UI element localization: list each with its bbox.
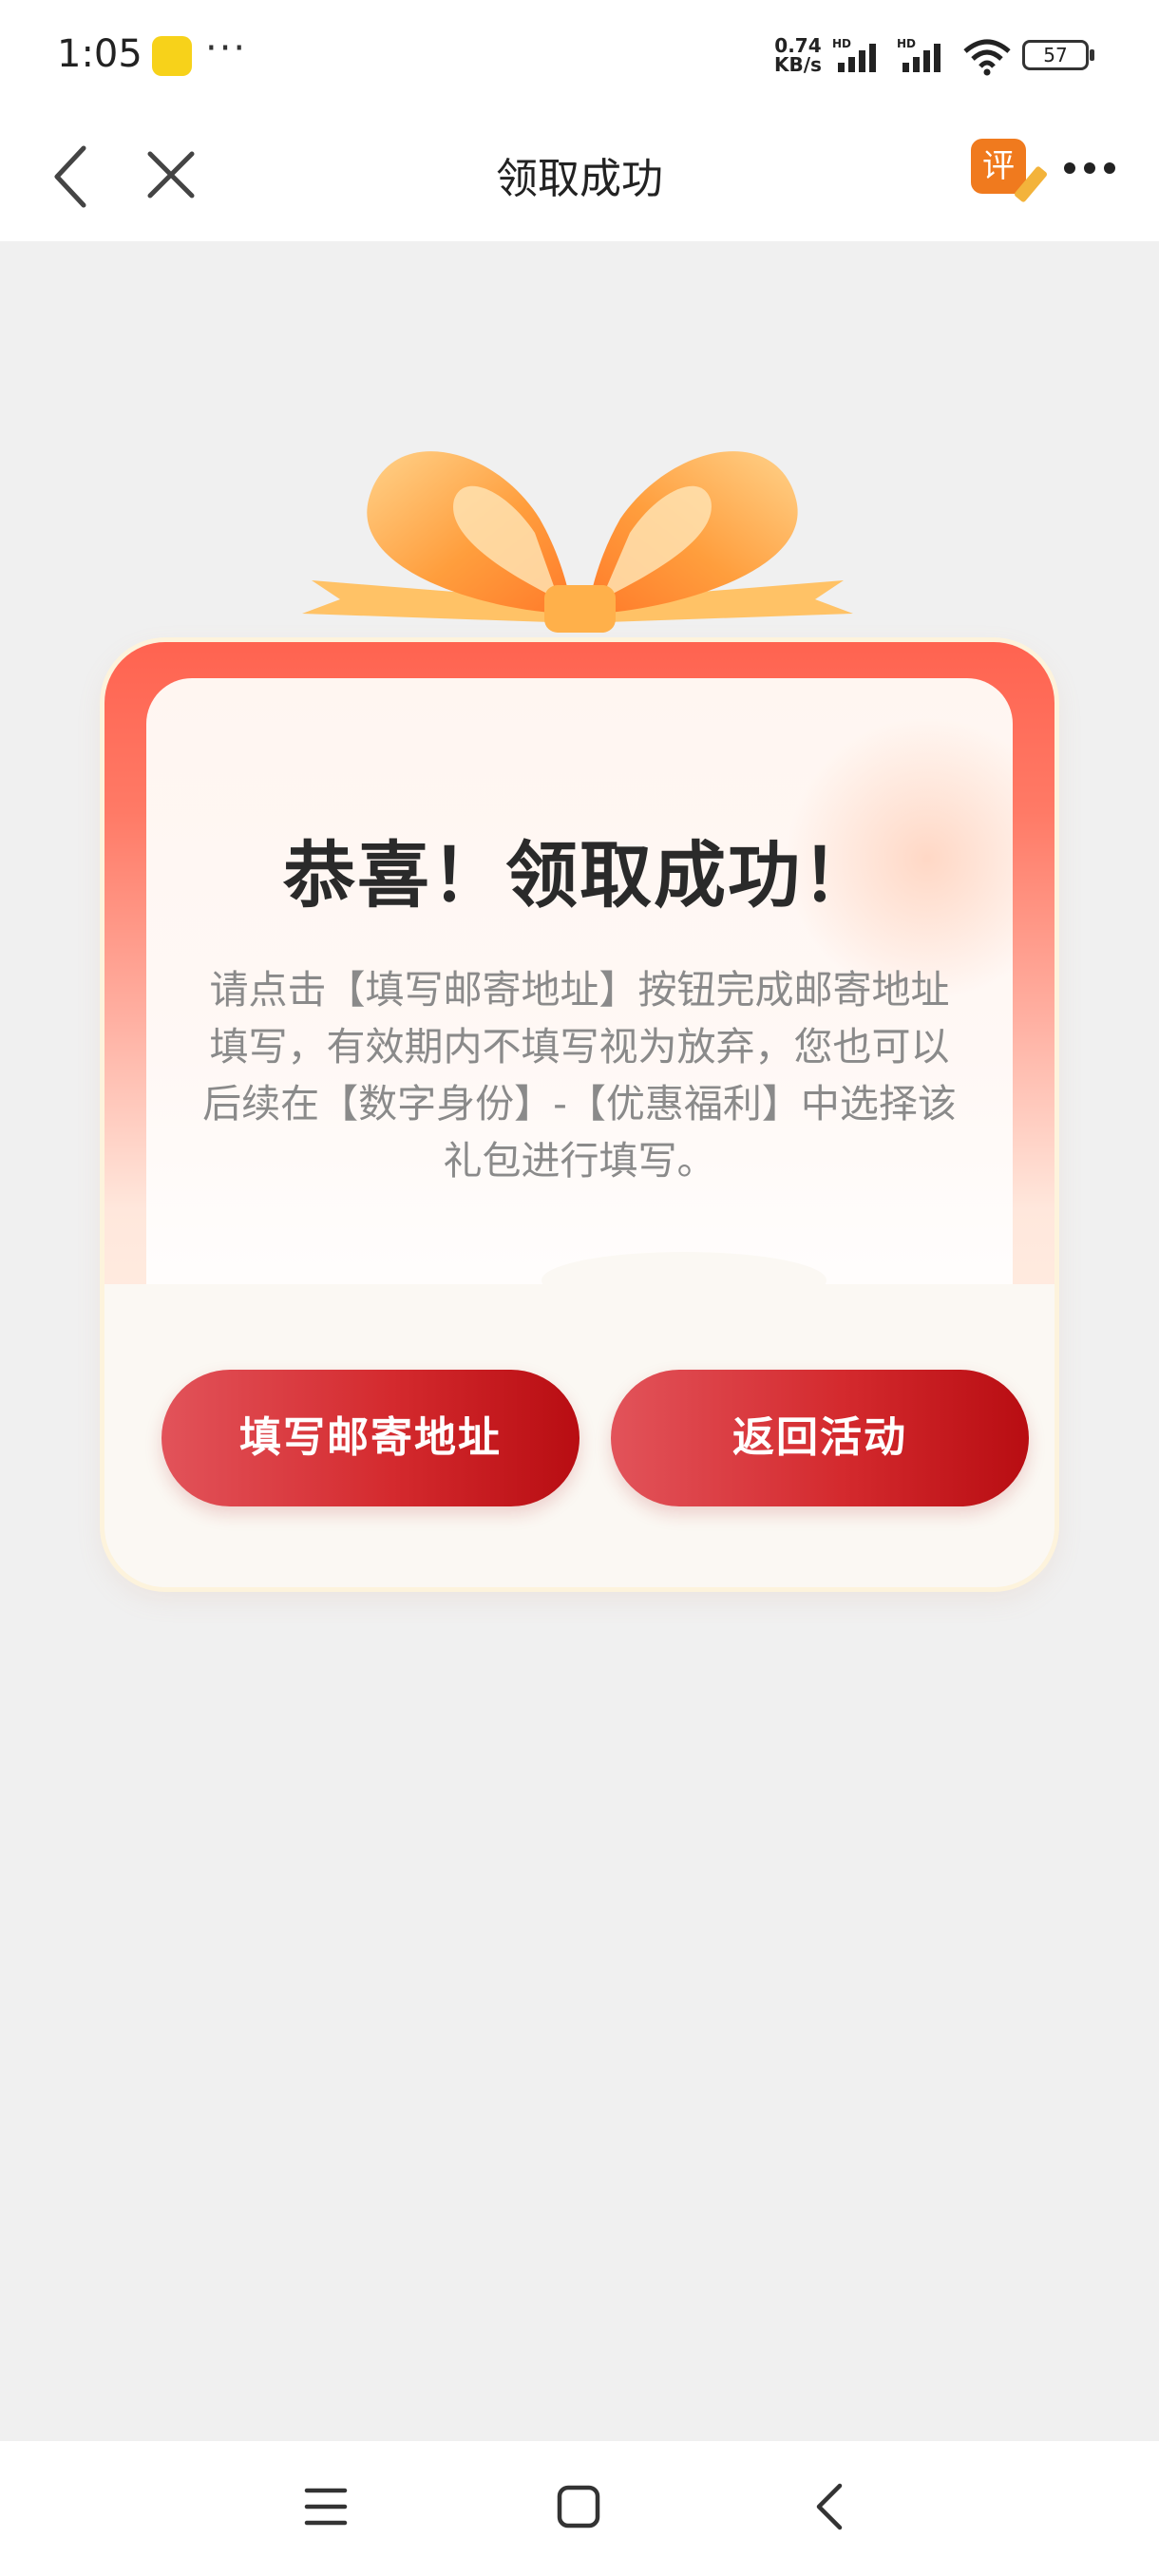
success-description: 请点击【填写邮寄地址】按钮完成邮寄地址填写，有效期内不填写视为放弃，您也可以后续…: [202, 967, 957, 1184]
notification-app-icon: [152, 36, 192, 76]
network-speed-unit: KB/s: [774, 53, 822, 76]
return-activity-button[interactable]: 返回活动: [611, 1370, 1029, 1506]
network-speed-value: 0.74: [774, 34, 822, 57]
review-label: 评: [982, 147, 1015, 185]
status-bar: 1:05 ··· 0.74 KB/s HD HD 57: [0, 0, 1159, 110]
system-nav-bar: [0, 2441, 1159, 2576]
back-icon[interactable]: [811, 2481, 849, 2532]
card-notch: [542, 1252, 826, 1309]
success-headline: 恭喜！领取成功！: [283, 833, 876, 918]
fill-address-button[interactable]: 填写邮寄地址: [162, 1370, 580, 1506]
more-dots-icon[interactable]: [1062, 154, 1117, 182]
signal-icon: HD: [897, 38, 940, 72]
gift-bow-icon: [302, 451, 853, 633]
review-button[interactable]: 评: [971, 139, 1049, 203]
svg-text:HD: HD: [897, 38, 916, 50]
status-more-icon: ···: [205, 27, 248, 70]
battery-indicator: 57: [1022, 40, 1094, 70]
nav-bar: 领取成功 评: [0, 110, 1159, 241]
status-time: 1:05: [57, 32, 142, 76]
wifi-icon: [963, 39, 1011, 76]
svg-text:HD: HD: [832, 38, 851, 50]
home-icon[interactable]: [555, 2483, 602, 2530]
menu-icon[interactable]: [304, 2485, 348, 2529]
network-speed: 0.74 KB/s: [774, 36, 822, 74]
signal-icon: HD: [832, 38, 876, 72]
